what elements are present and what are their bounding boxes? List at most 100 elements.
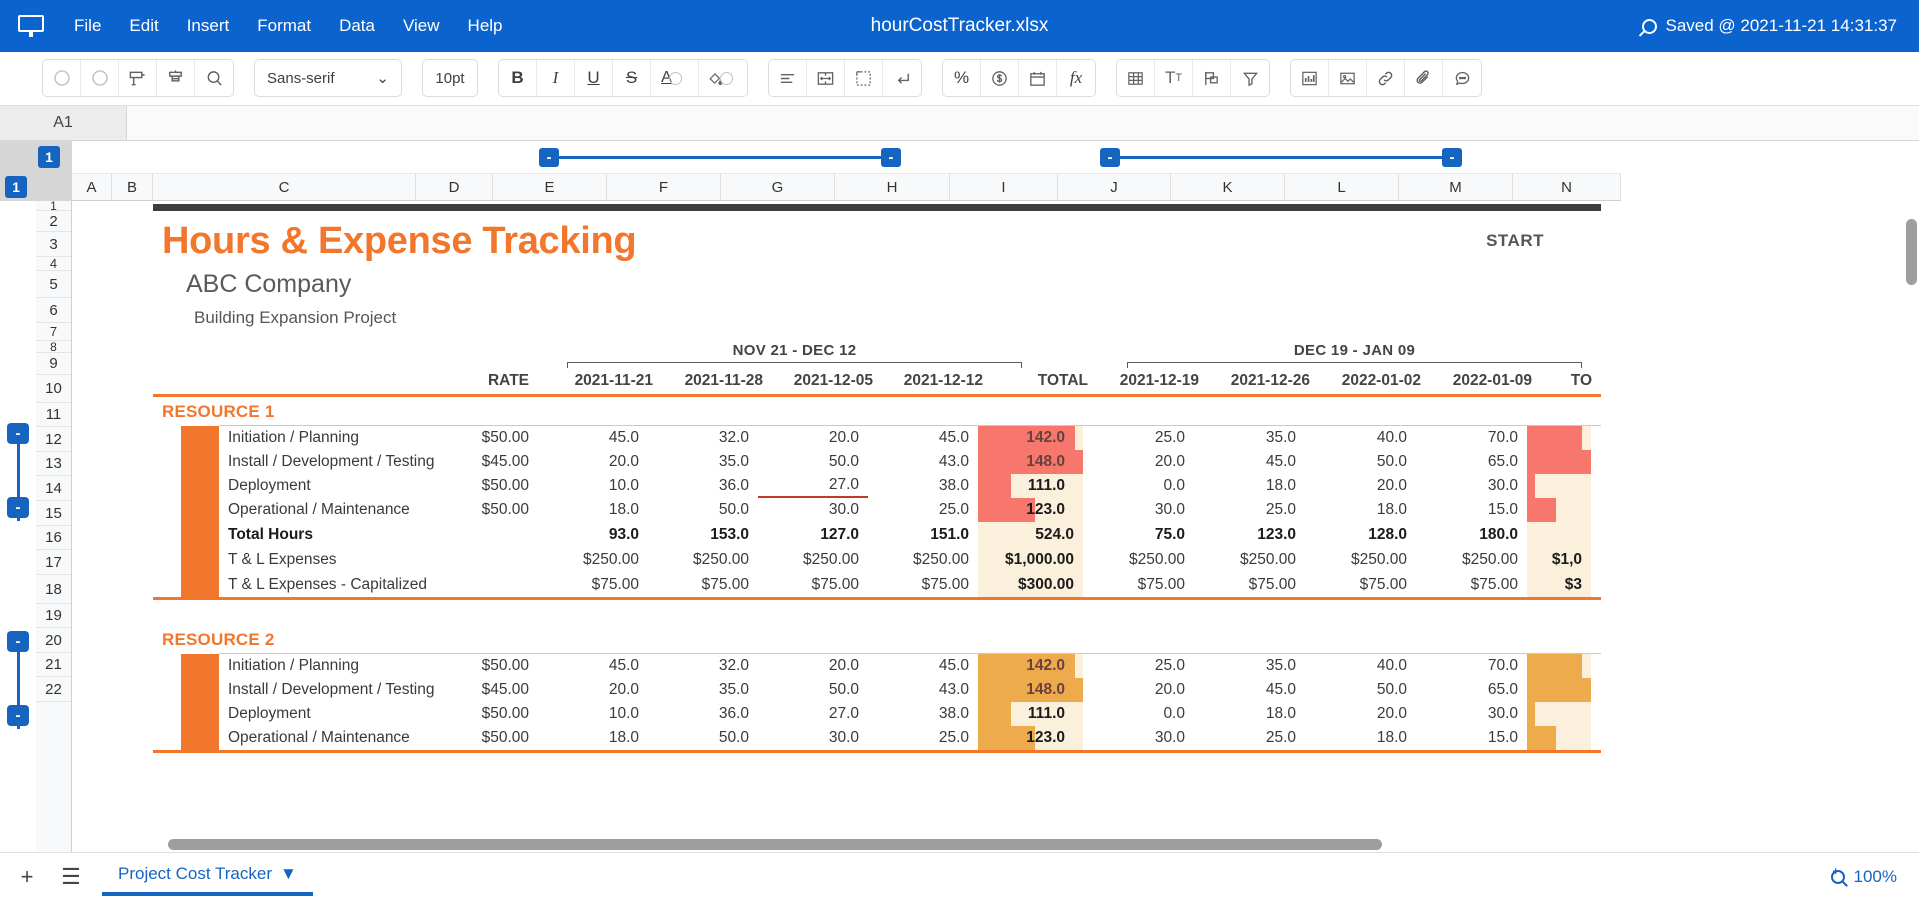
chart-icon[interactable] [1291, 60, 1329, 96]
strikethrough-icon[interactable]: S [613, 60, 651, 96]
column-header-F[interactable]: F [607, 173, 721, 201]
row-header-12[interactable]: 12 [36, 427, 71, 452]
sheet-surface[interactable]: Hours & Expense Tracking START ABC Company… [72, 201, 1919, 852]
percent-format-icon[interactable]: % [943, 60, 981, 96]
row-header-16[interactable]: 16 [36, 526, 71, 550]
column-header-D[interactable]: D [416, 173, 493, 201]
column-header-C[interactable]: C [153, 173, 416, 201]
function-icon[interactable]: fx [1057, 60, 1095, 96]
column-header-K[interactable]: K [1171, 173, 1285, 201]
add-sheet-icon[interactable]: + [10, 860, 44, 894]
attachment-icon[interactable] [1405, 60, 1443, 96]
row-header-7[interactable]: 7 [36, 323, 71, 341]
cell-A6[interactable] [72, 304, 185, 332]
column-group-2-end-button[interactable]: - [1442, 148, 1462, 167]
row-header-19[interactable]: 19 [36, 604, 71, 628]
horizontal-scroll-thumb[interactable] [168, 839, 1382, 850]
date-format-icon[interactable] [1019, 60, 1057, 96]
chevron-down-icon[interactable]: ▼ [280, 864, 297, 884]
currency-format-icon[interactable] [981, 60, 1019, 96]
menu-file[interactable]: File [60, 10, 115, 42]
cell-reference-box[interactable]: A1 [0, 106, 127, 140]
sheet-tab-project-cost-tracker[interactable]: Project Cost Tracker ▼ [102, 857, 313, 896]
menu-format[interactable]: Format [243, 10, 325, 42]
column-header-L[interactable]: L [1285, 173, 1399, 201]
row-header-9[interactable]: 9 [36, 353, 71, 375]
merge-cells-icon[interactable] [807, 60, 845, 96]
redo-icon[interactable] [81, 60, 119, 96]
zoom-in-icon[interactable] [1830, 867, 1845, 884]
row-header-13[interactable]: 13 [36, 452, 71, 476]
filter-icon[interactable] [1231, 60, 1269, 96]
all-sheets-icon[interactable]: ☰ [54, 860, 88, 894]
font-family-select[interactable]: Sans-serif ⌄ [254, 59, 402, 97]
project-name-cell[interactable]: Building Expansion Project [185, 304, 885, 332]
column-header-A[interactable]: A [72, 173, 112, 201]
row-header-21[interactable]: 21 [36, 653, 71, 677]
align-icon[interactable] [769, 60, 807, 96]
font-size-select[interactable]: 10pt [422, 59, 478, 97]
borders-icon[interactable] [845, 60, 883, 96]
column-group-2-collapse-button[interactable]: - [1100, 148, 1120, 167]
row-group-2-end-button[interactable]: - [7, 705, 29, 726]
menu-view[interactable]: View [389, 10, 454, 42]
menu-help[interactable]: Help [454, 10, 517, 42]
paint-format-icon[interactable] [157, 60, 195, 96]
column-group-1-end-button[interactable]: - [881, 148, 901, 167]
search-icon[interactable] [195, 60, 233, 96]
title-cell[interactable]: Hours & Expense Tracking [153, 211, 1253, 271]
text-color-icon[interactable]: A [651, 60, 699, 96]
row-header-2[interactable]: 2 [36, 211, 71, 232]
image-icon[interactable] [1329, 60, 1367, 96]
wrap-text-icon[interactable] [883, 60, 921, 96]
row-header-6[interactable]: 6 [36, 298, 71, 323]
comment-icon[interactable] [1443, 60, 1481, 96]
link-icon[interactable] [1367, 60, 1405, 96]
column-header-N[interactable]: N [1513, 173, 1621, 201]
column-header-I[interactable]: I [950, 173, 1058, 201]
start-label-cell[interactable]: START [1253, 211, 1553, 271]
vertical-scroll-thumb[interactable] [1906, 219, 1917, 285]
row-header-4[interactable]: 4 [36, 256, 71, 271]
table-icon[interactable] [1117, 60, 1155, 96]
column-header-J[interactable]: J [1058, 173, 1171, 201]
row-header-18[interactable]: 18 [36, 575, 71, 604]
zoom-control[interactable]: 100% [1830, 867, 1897, 887]
column-group-1-collapse-button[interactable]: - [539, 148, 559, 167]
cell-A2[interactable] [72, 211, 153, 271]
row-header-15[interactable]: 15 [36, 501, 71, 526]
select-all-corner[interactable]: 1 [0, 173, 72, 201]
column-outline-level-1-button[interactable]: 1 [38, 146, 60, 168]
row-header-20[interactable]: 20 [36, 628, 71, 653]
menu-data[interactable]: Data [325, 10, 389, 42]
column-header-M[interactable]: M [1399, 173, 1513, 201]
row-header-10[interactable]: 10 [36, 375, 71, 403]
menu-edit[interactable]: Edit [115, 10, 172, 42]
cell-A5[interactable] [72, 271, 177, 298]
row-header-22[interactable]: 22 [36, 677, 71, 702]
fill-color-icon[interactable] [699, 60, 747, 96]
formula-input[interactable] [127, 106, 1919, 140]
row-header-14[interactable]: 14 [36, 476, 71, 501]
row-group-1-collapse-button[interactable]: - [7, 423, 29, 444]
column-header-E[interactable]: E [493, 173, 607, 201]
row-header-8[interactable]: 8 [36, 340, 71, 354]
row-group-2-collapse-button[interactable]: - [7, 631, 29, 652]
row-outline-level-1-button[interactable]: 1 [5, 176, 27, 198]
shape-icon[interactable] [1193, 60, 1231, 96]
vertical-scrollbar[interactable] [1906, 203, 1917, 850]
italic-icon[interactable]: I [537, 60, 575, 96]
bold-icon[interactable]: B [499, 60, 537, 96]
row-header-3[interactable]: 3 [36, 232, 71, 257]
row-header-5[interactable]: 5 [36, 271, 71, 298]
company-name-cell[interactable]: ABC Company [177, 271, 877, 298]
column-header-H[interactable]: H [835, 173, 950, 201]
column-header-G[interactable]: G [721, 173, 835, 201]
row-header-17[interactable]: 17 [36, 550, 71, 575]
row-header-11[interactable]: 11 [36, 403, 71, 427]
underline-icon[interactable]: U [575, 60, 613, 96]
horizontal-scrollbar[interactable] [144, 839, 1919, 852]
column-header-B[interactable]: B [112, 173, 153, 201]
row-header-1[interactable]: 1 [36, 201, 71, 213]
text-size-icon[interactable]: TT [1155, 60, 1193, 96]
